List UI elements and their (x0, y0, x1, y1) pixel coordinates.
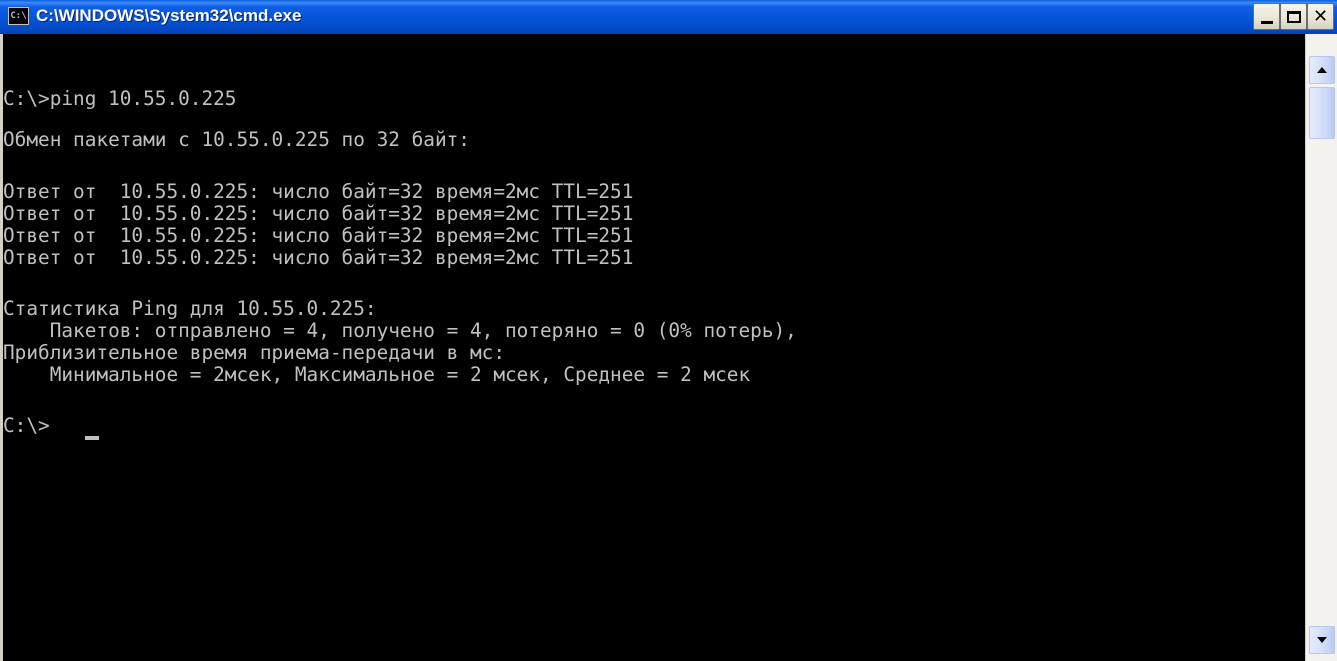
console-line: Минимальное = 2мсек, Максимальное = 2 мс… (3, 363, 751, 386)
console-prompt: C:\> (3, 414, 50, 437)
scrollbar-thumb[interactable] (1309, 87, 1335, 139)
arrow-up-icon (1317, 67, 1327, 73)
console-line: Обмен пакетами с 10.55.0.225 по 32 байт: (3, 128, 470, 151)
text-cursor (85, 436, 99, 440)
console-line: C:\>ping 10.55.0.225 (3, 87, 237, 110)
maximize-button[interactable] (1280, 3, 1307, 30)
vertical-scrollbar[interactable] (1305, 34, 1337, 661)
minimize-button[interactable] (1253, 3, 1280, 30)
window-title: C:\WINDOWS\System32\cmd.exe (36, 6, 302, 25)
console-line: Ответ от 10.55.0.225: число байт=32 врем… (3, 202, 634, 225)
console-line: Ответ от 10.55.0.225: число байт=32 врем… (3, 246, 634, 269)
maximize-icon (1286, 10, 1301, 23)
scroll-up-button[interactable] (1309, 56, 1335, 84)
cmd-icon[interactable]: C:\ (8, 7, 29, 25)
minimize-icon (1260, 21, 1273, 24)
console-line: Ответ от 10.55.0.225: число байт=32 врем… (3, 180, 634, 203)
console-line: Пакетов: отправлено = 4, получено = 4, п… (3, 319, 797, 342)
close-button[interactable]: ✕ (1307, 3, 1334, 30)
close-icon: ✕ (1312, 5, 1329, 27)
arrow-down-icon (1317, 637, 1327, 643)
console-line: Приблизительное время приема-передачи в … (3, 341, 505, 364)
scroll-down-button[interactable] (1309, 626, 1335, 654)
title-bar[interactable]: C:\ C:\WINDOWS\System32\cmd.exe ✕ (0, 0, 1337, 34)
console-line: Статистика Ping для 10.55.0.225: (3, 297, 377, 320)
console-output[interactable]: C:\>ping 10.55.0.225 Обмен пакетами с 10… (3, 34, 1305, 661)
console-line: Ответ от 10.55.0.225: число байт=32 врем… (3, 224, 634, 247)
